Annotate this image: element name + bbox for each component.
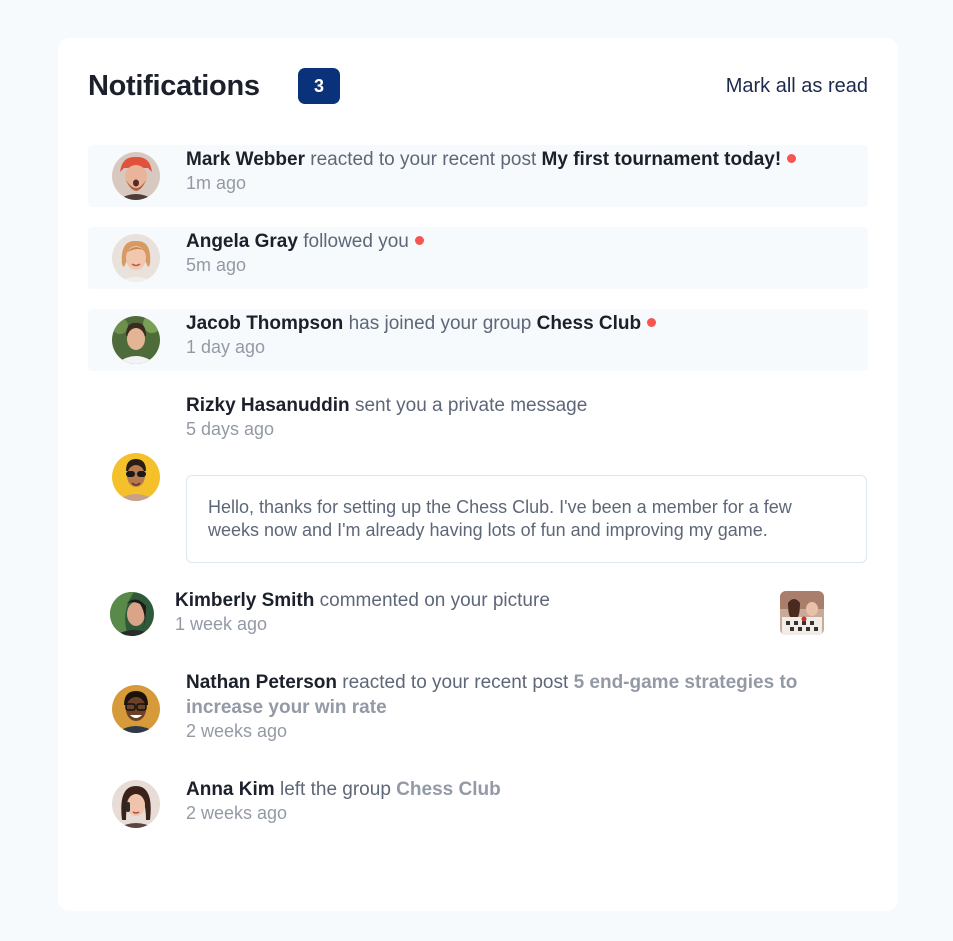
- chess-picture-thumbnail[interactable]: [780, 591, 824, 635]
- notification-time: 1 week ago: [175, 614, 268, 634]
- notification-target[interactable]: Chess Club: [396, 779, 501, 800]
- notification-item[interactable]: Kimberly Smith commented on your picture…: [88, 586, 868, 648]
- notification-target[interactable]: My first tournament today!: [542, 149, 782, 170]
- notification-time: 1m ago: [186, 173, 247, 193]
- avatar-angela-gray[interactable]: [112, 234, 160, 282]
- notification-item[interactable]: Rizky Hasanuddin sent you a private mess…: [88, 391, 868, 566]
- notification-author[interactable]: Rizky Hasanuddin: [186, 395, 350, 416]
- avatar-jacob-thompson[interactable]: [112, 316, 160, 364]
- notification-time: 1 day ago: [186, 337, 266, 357]
- notification-item[interactable]: Nathan Peterson reacted to your recent p…: [88, 668, 868, 754]
- unread-count-badge: 3: [298, 68, 340, 104]
- notification-action: sent you a private message: [354, 395, 588, 416]
- page-title: Notifications: [88, 70, 260, 102]
- unread-dot: [647, 318, 657, 327]
- unread-dot: [787, 154, 797, 163]
- notification-author[interactable]: Kimberly Smith: [175, 590, 314, 611]
- notifications-header: Notifications 3 Mark all as read: [88, 68, 868, 108]
- notification-time: 5m ago: [186, 255, 247, 275]
- notification-author[interactable]: Angela Gray: [186, 231, 298, 252]
- notification-item[interactable]: Jacob Thompson has joined your group Che…: [88, 309, 868, 371]
- avatar-anna-kim[interactable]: [112, 780, 160, 828]
- notification-action: followed you: [303, 231, 409, 252]
- notification-time: 2 weeks ago: [186, 803, 288, 823]
- notification-author[interactable]: Mark Webber: [186, 149, 305, 170]
- notification-item[interactable]: Anna Kim left the group Chess Club 2 wee…: [88, 775, 868, 837]
- notification-action: commented on your picture: [319, 590, 550, 611]
- notification-content: Angela Gray followed you 5m ago: [186, 229, 868, 276]
- avatar-mark-webber[interactable]: [112, 152, 160, 200]
- notification-content: Anna Kim left the group Chess Club 2 wee…: [186, 777, 868, 824]
- mark-all-read-button[interactable]: Mark all as read: [726, 75, 868, 98]
- notification-target[interactable]: Chess Club: [537, 313, 642, 334]
- avatar-rizky-hasanuddin[interactable]: [112, 453, 160, 501]
- notification-content: Rizky Hasanuddin sent you a private mess…: [186, 393, 868, 440]
- notification-content: Jacob Thompson has joined your group Che…: [186, 311, 868, 358]
- notification-author[interactable]: Jacob Thompson: [186, 313, 343, 334]
- notification-item[interactable]: Angela Gray followed you 5m ago: [88, 227, 868, 289]
- notification-time: 5 days ago: [186, 419, 275, 439]
- unread-dot: [414, 236, 424, 245]
- avatar-kimberly-smith[interactable]: [110, 592, 154, 636]
- notification-item[interactable]: Mark Webber reacted to your recent post …: [88, 145, 868, 207]
- notification-content: Mark Webber reacted to your recent post …: [186, 147, 868, 194]
- notification-author[interactable]: Nathan Peterson: [186, 672, 337, 693]
- notification-content: Nathan Peterson reacted to your recent p…: [186, 670, 868, 742]
- notification-action: reacted to your recent post: [342, 672, 569, 693]
- notification-author[interactable]: Anna Kim: [186, 779, 275, 800]
- notification-action: has joined your group: [348, 313, 532, 334]
- notifications-card: Notifications 3 Mark all as read Mark We…: [58, 38, 898, 911]
- notification-time: 2 weeks ago: [186, 721, 288, 741]
- notification-content: Kimberly Smith commented on your picture…: [175, 588, 868, 635]
- avatar-nathan-peterson[interactable]: [112, 685, 160, 733]
- notification-action: left the group: [279, 779, 391, 800]
- notification-action: reacted to your recent post: [310, 149, 537, 170]
- private-message[interactable]: Hello, thanks for setting up the Chess C…: [186, 475, 867, 563]
